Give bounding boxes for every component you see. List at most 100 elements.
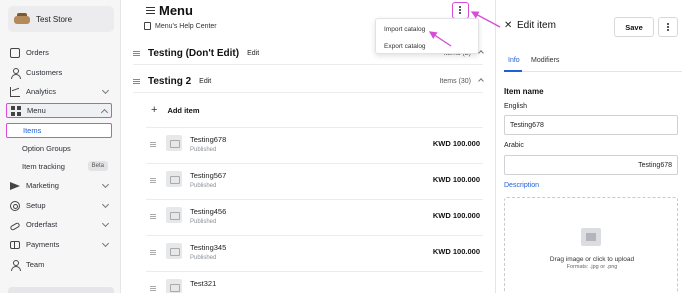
- item-name: Test321: [190, 279, 217, 288]
- list-item[interactable]: Testing678 Published KWD 100.000: [146, 127, 483, 163]
- item-price: KWD 100.000: [432, 139, 480, 148]
- beta-badge: Beta: [87, 161, 108, 171]
- sidebar-item-payments[interactable]: Payments: [6, 237, 112, 252]
- more-vertical-icon: [667, 23, 669, 25]
- item-price: KWD 100.000: [432, 247, 480, 256]
- arabic-label: Arabic: [504, 142, 524, 149]
- save-button[interactable]: Save: [614, 17, 654, 37]
- sidebar-item-label: Menu: [27, 106, 46, 115]
- hamburger-icon[interactable]: [146, 7, 155, 14]
- panel-tabs: Info Modifiers: [504, 52, 682, 72]
- box-icon: [10, 47, 20, 58]
- send-icon: [10, 181, 20, 191]
- gear-icon: [10, 200, 20, 211]
- sidebar-subitem-label: Items: [23, 126, 42, 135]
- book-icon: [144, 22, 151, 30]
- image-placeholder-icon: [166, 135, 182, 151]
- item-name: Testing456: [190, 207, 227, 216]
- description-link[interactable]: Description: [504, 182, 539, 189]
- image-upload-icon: [581, 228, 601, 246]
- help-center-label: Menu's Help Center: [155, 22, 217, 30]
- english-name-input[interactable]: Testing678: [504, 115, 678, 135]
- card-icon: [10, 240, 20, 249]
- section-row[interactable]: Testing 2 Edit Items (30): [133, 70, 484, 93]
- sidebar-item-orderfast[interactable]: Orderfast: [6, 217, 112, 232]
- upload-formats: Formats: .jpg or .png: [566, 264, 618, 270]
- import-catalog-item[interactable]: Import catalog: [384, 26, 425, 33]
- drag-handle-icon[interactable]: [150, 178, 156, 183]
- sidebar-item-analytics[interactable]: Analytics: [6, 84, 112, 99]
- tab-modifiers[interactable]: Modifiers: [531, 57, 559, 64]
- sidebar-item-label: Team: [26, 260, 45, 269]
- add-item-button[interactable]: + Add item: [151, 104, 200, 116]
- drag-handle-icon[interactable]: [133, 78, 140, 84]
- upload-instructions: Drag image or click to upload: [549, 256, 635, 263]
- store-logo-icon: [14, 13, 30, 25]
- sidebar-subitem-label: Option Groups: [22, 144, 71, 153]
- item-name: Testing345: [190, 243, 227, 252]
- help-center-link[interactable]: Menu's Help Center: [144, 22, 217, 30]
- item-name-heading: Item name: [504, 87, 544, 96]
- chevron-up-icon[interactable]: [478, 78, 484, 84]
- more-vertical-icon: [459, 6, 461, 8]
- menu-grid-icon: [11, 105, 21, 116]
- image-placeholder-icon: [166, 207, 182, 223]
- sidebar-item-label: Analytics: [26, 87, 57, 96]
- image-placeholder-icon: [166, 279, 182, 293]
- section-title: Testing 2: [148, 75, 192, 87]
- chevron-down-icon: [101, 86, 110, 95]
- sidebar-item-menu[interactable]: Menu: [6, 103, 112, 118]
- sidebar-item-setup[interactable]: Setup: [6, 198, 112, 213]
- drag-handle-icon[interactable]: [150, 286, 156, 291]
- drag-handle-icon[interactable]: [150, 142, 156, 147]
- sidebar-item-label: Marketing: [26, 181, 59, 190]
- edit-item-panel: ✕ Edit item Save Info Modifiers Item nam…: [495, 0, 688, 293]
- chevron-up-icon: [100, 108, 109, 117]
- drag-handle-icon[interactable]: [150, 250, 156, 255]
- sidebar-item-label: Orders: [26, 48, 49, 57]
- chevron-up-icon[interactable]: [478, 50, 484, 56]
- image-upload-dropzone[interactable]: Drag image or click to upload Formats: .…: [504, 197, 678, 293]
- drag-handle-icon[interactable]: [133, 50, 140, 56]
- arabic-name-input[interactable]: Testing678: [504, 155, 678, 175]
- sidebar-item-label: Orderfast: [26, 220, 58, 229]
- section-count: Items (30): [439, 77, 471, 85]
- sidebar-item-team[interactable]: Team: [6, 257, 112, 272]
- english-label: English: [504, 103, 527, 110]
- list-item[interactable]: Testing567 Published KWD 100.000: [146, 163, 483, 199]
- store-name: Test Store: [36, 14, 73, 24]
- export-catalog-item[interactable]: Export catalog: [384, 43, 426, 50]
- item-price: KWD 100.000: [432, 211, 480, 220]
- chevron-down-icon: [101, 239, 110, 248]
- section-edit-link[interactable]: Edit: [247, 50, 259, 57]
- drag-handle-icon[interactable]: [150, 214, 156, 219]
- image-placeholder-icon: [166, 171, 182, 187]
- options-dropdown: Import catalog Export catalog: [375, 18, 479, 54]
- sidebar-subitem-option-groups[interactable]: Option Groups: [6, 141, 112, 156]
- sidebar-subitem-label: Item tracking: [22, 162, 65, 171]
- customers-icon: [10, 67, 21, 79]
- sidebar-item-marketing[interactable]: Marketing: [6, 178, 112, 193]
- sidebar-subitem-items[interactable]: Items: [6, 123, 112, 138]
- item-status: Published: [190, 255, 217, 261]
- panel-title: Edit item: [517, 20, 556, 31]
- item-name: Testing567: [190, 171, 227, 180]
- sidebar-item-orders[interactable]: Orders: [6, 45, 112, 60]
- sidebar-item-label: Customers: [26, 68, 63, 77]
- plus-icon: +: [151, 104, 158, 116]
- store-switcher[interactable]: Test Store: [8, 6, 114, 32]
- panel-more-button[interactable]: [658, 17, 678, 37]
- list-item[interactable]: Testing345 Published KWD 100.000: [146, 235, 483, 271]
- item-status: Published: [190, 183, 217, 189]
- list-item[interactable]: Test321: [146, 271, 483, 293]
- sidebar-item-customers[interactable]: Customers: [6, 65, 112, 80]
- more-options-button[interactable]: [452, 2, 469, 19]
- tab-info[interactable]: Info: [508, 57, 520, 64]
- section-title: Testing (Don't Edit): [148, 47, 240, 59]
- section-edit-link[interactable]: Edit: [199, 78, 211, 85]
- list-item[interactable]: Testing456 Published KWD 100.000: [146, 199, 483, 235]
- active-tab-indicator: [504, 70, 522, 72]
- sidebar-subitem-item-tracking[interactable]: Item tracking Beta: [6, 159, 112, 174]
- link-icon: [9, 221, 21, 231]
- close-icon[interactable]: ✕: [504, 20, 512, 31]
